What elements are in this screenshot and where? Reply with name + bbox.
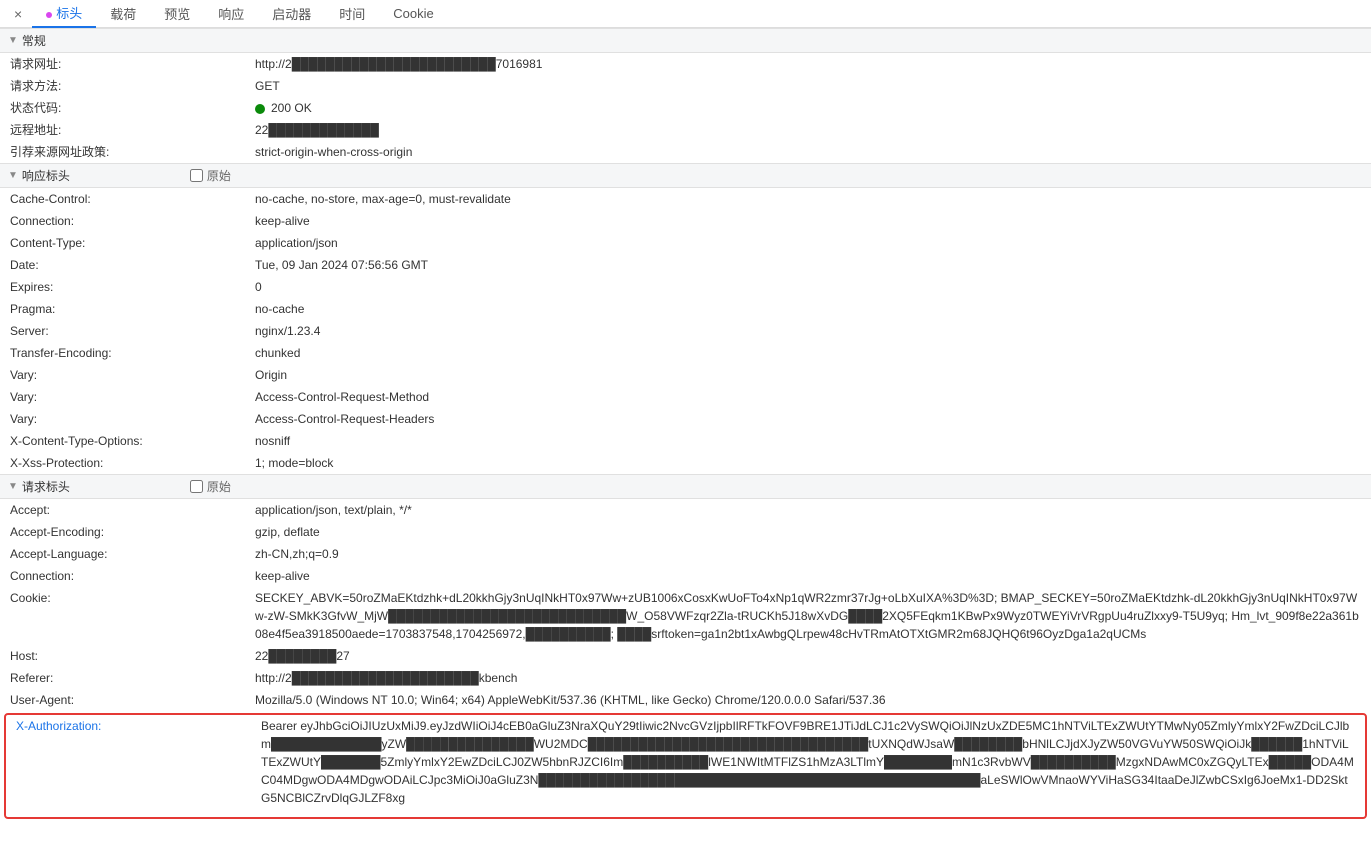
tab-initiator[interactable]: 启动器 (258, 0, 325, 27)
x-authorization-highlight: X-Authorization:Bearer eyJhbGciOiJIUzUxM… (4, 713, 1367, 819)
chevron-down-icon: ▼ (8, 481, 18, 492)
response-header-rows: Cache-Control:no-cache, no-store, max-ag… (0, 188, 1371, 474)
raw-checkbox[interactable] (190, 480, 203, 493)
section-response-headers[interactable]: ▼ 响应标头 原始 (0, 163, 1371, 188)
chevron-down-icon: ▼ (8, 35, 18, 46)
general-rows: 请求网址:http://2████████████████████████701… (0, 53, 1371, 163)
tab-preview[interactable]: 预览 (150, 0, 204, 27)
section-general[interactable]: ▼ 常规 (0, 28, 1371, 53)
close-icon[interactable]: × (4, 2, 32, 26)
section-title: 响应标头 (22, 167, 70, 184)
tabs-bar: × 标头 载荷 预览 响应 启动器 时间 Cookie (0, 0, 1371, 28)
status-dot-icon (255, 104, 265, 114)
x-authorization-value: Bearer eyJhbGciOiJIUzUxMiJ9.eyJzdWIiOiJ4… (261, 717, 1355, 807)
tab-payload[interactable]: 载荷 (96, 0, 150, 27)
tab-response[interactable]: 响应 (204, 0, 258, 27)
section-request-headers[interactable]: ▼ 请求标头 原始 (0, 474, 1371, 499)
section-title: 请求标头 (22, 478, 70, 495)
tab-cookies[interactable]: Cookie (379, 2, 447, 25)
x-authorization-label: X-Authorization: (16, 717, 261, 807)
request-header-rows: Accept:application/json, text/plain, */*… (0, 499, 1371, 711)
tab-timing[interactable]: 时间 (325, 0, 379, 27)
tab-headers[interactable]: 标头 (32, 0, 96, 28)
section-title: 常规 (22, 32, 46, 49)
chevron-down-icon: ▼ (8, 170, 18, 181)
raw-checkbox[interactable] (190, 169, 203, 182)
